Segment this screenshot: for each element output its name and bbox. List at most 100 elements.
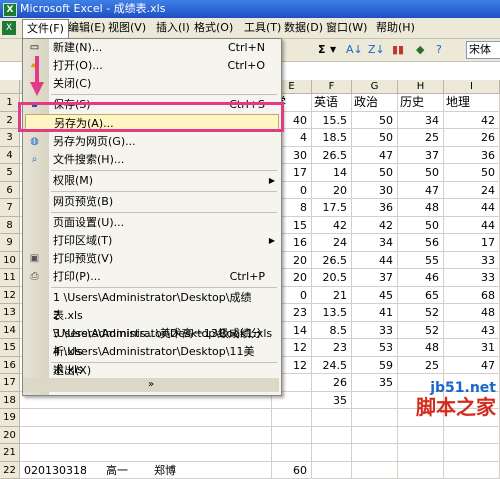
table-cell[interactable]: 20.5 (312, 269, 352, 287)
table-cell[interactable]: 历史 (398, 94, 444, 112)
menu-insert[interactable]: 插入(I) (152, 18, 194, 38)
row-header[interactable]: 1 (0, 94, 20, 112)
table-cell[interactable]: 25 (398, 357, 444, 375)
table-cell[interactable]: 23 (312, 339, 352, 357)
grade-cell[interactable]: 高一 (104, 462, 144, 479)
row-header[interactable]: 3 (0, 129, 20, 147)
table-cell[interactable]: 48 (398, 339, 444, 357)
table-cell[interactable]: 50 (352, 129, 398, 147)
table-cell[interactable]: 42 (444, 112, 500, 130)
row-header[interactable]: 7 (0, 199, 20, 217)
menu-tools[interactable]: 工具(T) (240, 18, 285, 38)
table-cell[interactable]: 17 (444, 234, 500, 252)
column-header-h[interactable]: H (398, 80, 444, 94)
row-header[interactable]: 12 (0, 287, 20, 305)
table-cell[interactable]: 35 (312, 392, 352, 410)
table-cell[interactable]: 英语 (312, 94, 352, 112)
table-cell[interactable]: 13.5 (312, 304, 352, 322)
table-cell[interactable]: 48 (444, 304, 500, 322)
sort-desc-icon[interactable]: Z↓ (368, 41, 385, 59)
row-header[interactable]: 21 (0, 444, 20, 462)
table-cell[interactable]: 48 (398, 199, 444, 217)
table-cell[interactable]: 33 (352, 322, 398, 340)
table-cell[interactable] (352, 392, 398, 410)
menu-item-recent-1[interactable]: 1 \Users\Administrator\Desktop\成绩表.xls (23, 289, 281, 307)
row-header[interactable]: 17 (0, 374, 20, 392)
table-cell[interactable]: 政治 (352, 94, 398, 112)
table-cell[interactable]: 47 (444, 357, 500, 375)
table-cell[interactable]: 42 (352, 217, 398, 235)
table-cell[interactable] (398, 427, 444, 445)
table-cell[interactable]: 52 (398, 322, 444, 340)
table-cell[interactable] (272, 409, 312, 427)
table-cell[interactable]: 41 (352, 304, 398, 322)
row-header[interactable]: 13 (0, 304, 20, 322)
table-cell[interactable]: 26 (312, 374, 352, 392)
menu-item-print-area[interactable]: 打印区域(T) ▶ (23, 232, 281, 250)
table-cell[interactable]: 24 (312, 234, 352, 252)
table-cell[interactable]: 44 (444, 199, 500, 217)
table-cell[interactable]: 8.5 (312, 322, 352, 340)
row-header[interactable]: 16 (0, 357, 20, 375)
table-cell[interactable] (352, 409, 398, 427)
table-cell[interactable]: 42 (312, 217, 352, 235)
table-cell[interactable]: 26.5 (312, 252, 352, 270)
table-cell[interactable]: 44 (352, 252, 398, 270)
table-cell[interactable] (444, 427, 500, 445)
hidden-cell[interactable] (20, 444, 272, 462)
row-header[interactable]: 18 (0, 392, 20, 410)
menu-edit[interactable]: 编辑(E) (64, 18, 110, 38)
table-cell[interactable] (444, 462, 500, 479)
menu-item-page-setup[interactable]: 页面设置(U)... (23, 214, 281, 232)
table-cell[interactable]: 60 (272, 462, 312, 479)
row-header[interactable]: 22 (0, 462, 20, 479)
column-header-f[interactable]: F (312, 80, 352, 94)
table-cell[interactable]: 24 (444, 182, 500, 200)
menu-data[interactable]: 数据(D) (280, 18, 327, 38)
table-cell[interactable]: 46 (398, 269, 444, 287)
table-cell[interactable]: 33 (444, 269, 500, 287)
table-cell[interactable]: 26.5 (312, 147, 352, 165)
table-cell[interactable]: 45 (352, 287, 398, 305)
row-header[interactable]: 9 (0, 234, 20, 252)
workbook-icon[interactable]: X (2, 21, 16, 35)
row-header[interactable]: 6 (0, 182, 20, 200)
font-name-box[interactable]: 宋体 (466, 41, 500, 59)
name-cell[interactable]: 郑博 (152, 462, 202, 479)
hidden-cell[interactable] (20, 427, 272, 445)
table-cell[interactable]: 31 (444, 339, 500, 357)
table-cell[interactable]: 50 (352, 112, 398, 130)
chart-icon[interactable]: ▮▮ (392, 41, 404, 59)
menu-item-save-as-web[interactable]: ◍ 另存为网页(G)... (23, 133, 281, 151)
menu-item-file-search[interactable]: ⌕ 文件搜索(H)... (23, 151, 281, 169)
table-cell[interactable]: 15.5 (312, 112, 352, 130)
sort-icon[interactable]: A↓ (346, 41, 363, 59)
table-cell[interactable]: 24.5 (312, 357, 352, 375)
table-cell[interactable]: 37 (352, 269, 398, 287)
table-cell[interactable] (272, 444, 312, 462)
table-cell[interactable] (352, 444, 398, 462)
row-header[interactable]: 15 (0, 339, 20, 357)
table-cell[interactable]: 53 (352, 339, 398, 357)
menu-item-close[interactable]: 关闭(C) (23, 75, 281, 93)
table-cell[interactable]: 65 (398, 287, 444, 305)
drawing-icon[interactable]: ◆ (416, 41, 424, 59)
table-cell[interactable]: 36 (352, 199, 398, 217)
table-cell[interactable]: 36 (444, 147, 500, 165)
row-header[interactable]: 8 (0, 217, 20, 235)
table-cell[interactable]: 17.5 (312, 199, 352, 217)
table-cell[interactable]: 37 (398, 147, 444, 165)
table-cell[interactable]: 33 (444, 252, 500, 270)
expand-menu-button[interactable]: » (23, 378, 279, 392)
menu-item-permission[interactable]: 权限(M) ▶ (23, 172, 281, 190)
row-header[interactable]: 11 (0, 269, 20, 287)
chevron-down-icon[interactable]: ▼ (330, 41, 336, 59)
menu-item-open[interactable]: ▰ 打开(O)... Ctrl+O (23, 57, 281, 75)
table-cell[interactable]: 50 (398, 164, 444, 182)
table-cell[interactable]: 50 (352, 164, 398, 182)
table-cell[interactable]: 地理 (444, 94, 500, 112)
table-cell[interactable]: 35 (352, 374, 398, 392)
column-header-i[interactable]: I (444, 80, 500, 94)
table-cell[interactable] (444, 444, 500, 462)
table-cell[interactable] (352, 462, 398, 479)
